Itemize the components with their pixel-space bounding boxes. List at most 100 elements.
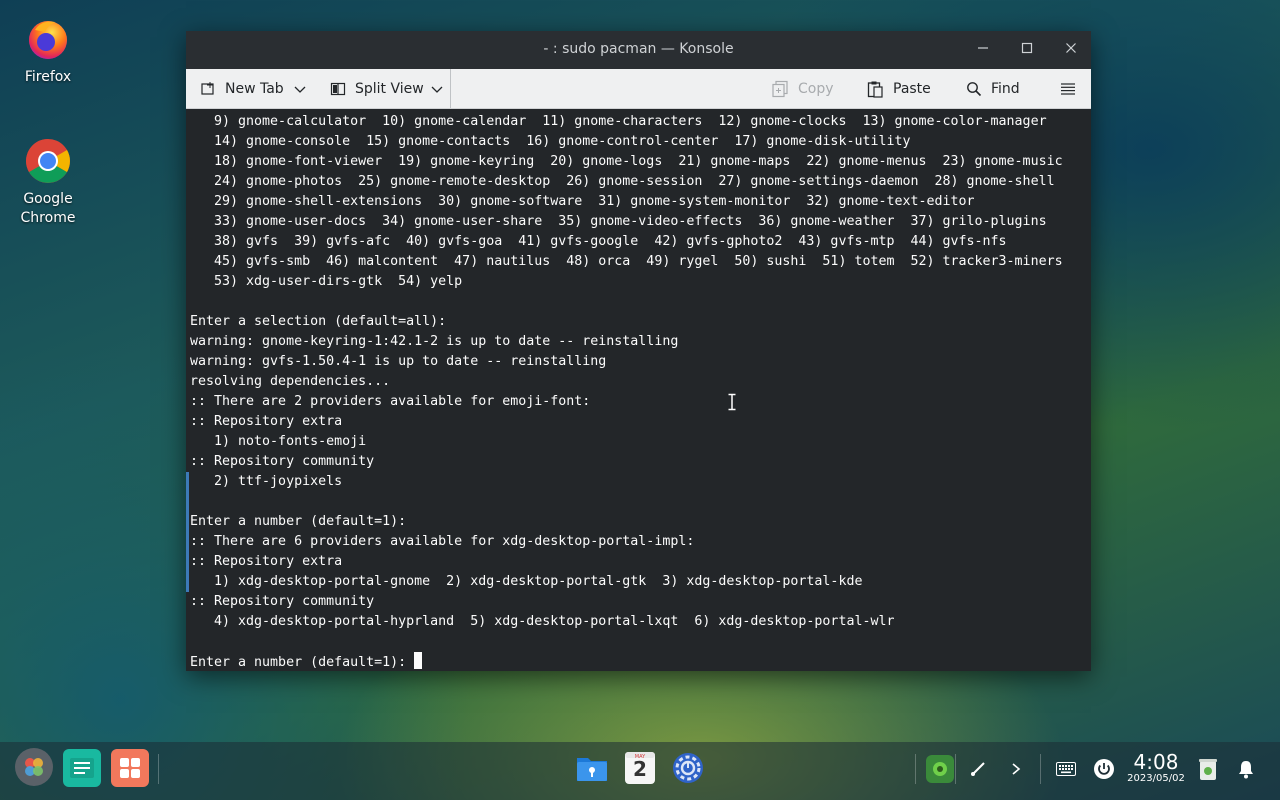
taskbar: MAY 2 4:08 2023/05/02: [0, 742, 1280, 800]
taskbar-separator: [158, 754, 159, 784]
clock-time[interactable]: 4:08: [1128, 750, 1184, 774]
power-icon: [1094, 759, 1114, 779]
terminal-line: 1) xdg-desktop-portal-gnome 2) xdg-deskt…: [190, 574, 863, 589]
chevron-right-icon: [1012, 763, 1021, 775]
terminal-output[interactable]: 9) gnome-calculator 10) gnome-calendar 1…: [186, 109, 1091, 671]
terminal-prompt: Enter a number (default=1):: [190, 655, 415, 670]
terminal-line: :: There are 6 providers available for x…: [190, 534, 695, 549]
chevron-down-icon: [431, 86, 443, 93]
split-view-dropdown[interactable]: [431, 69, 452, 108]
terminal-line: 9) gnome-calculator 10) gnome-calendar 1…: [190, 114, 1047, 129]
app-store-icon: [120, 758, 140, 778]
paste-label: Paste: [893, 80, 931, 97]
close-icon: [1066, 43, 1076, 53]
keyboard-icon: [1056, 762, 1076, 776]
tray-app-icon: [933, 762, 947, 776]
terminal-line: Enter a selection (default=all):: [190, 314, 447, 329]
terminal-line: 29) gnome-shell-extensions 30) gnome-sof…: [190, 194, 975, 209]
terminal-line: 1) noto-fonts-emoji: [190, 434, 367, 449]
hamburger-menu-icon: [1061, 82, 1075, 95]
split-view-button[interactable]: Split View: [330, 69, 424, 108]
output-selection-marker: [186, 472, 189, 592]
trash-button[interactable]: [1194, 755, 1222, 783]
power-button[interactable]: [1090, 755, 1118, 783]
search-icon: [967, 81, 982, 96]
terminal-line: Enter a number (default=1):: [190, 514, 407, 529]
terminal-prompt-line: Enter a number (default=1):: [190, 652, 1091, 671]
desktop-icon-label: Firefox: [24, 69, 72, 85]
split-view-label: Split View: [355, 80, 424, 97]
folder-icon: [577, 758, 607, 781]
new-tab-icon: [201, 81, 214, 95]
maximize-icon: [1021, 42, 1033, 54]
terminal-line: warning: gnome-keyring-1:42.1-2 is up to…: [190, 334, 679, 349]
paste-icon: [867, 81, 883, 98]
taskbar-separator: [915, 754, 916, 784]
firefox-icon: [25, 16, 71, 62]
trash-icon: [1199, 759, 1217, 780]
new-tab-label: New Tab: [225, 80, 284, 97]
chevron-down-icon: [294, 86, 306, 93]
terminal-line: 14) gnome-console 15) gnome-contacts 16)…: [190, 134, 911, 149]
copy-label: Copy: [798, 80, 834, 97]
split-view-icon: [330, 82, 346, 95]
minimize-icon: [978, 47, 988, 49]
terminal-line: 18) gnome-font-viewer 19) gnome-keyring …: [190, 154, 1063, 169]
clock-date[interactable]: 2023/05/02: [1124, 773, 1188, 784]
terminal-line: :: There are 2 providers available for e…: [190, 394, 591, 409]
maximize-button[interactable]: [1017, 40, 1037, 60]
close-button[interactable]: [1061, 40, 1081, 60]
terminal-line: 38) gvfs 39) gvfs-afc 40) gvfs-goa 41) g…: [190, 234, 1007, 249]
new-tab-dropdown[interactable]: [294, 69, 315, 108]
terminal-line: warning: gvfs-1.50.4-1 is up to date -- …: [190, 354, 607, 369]
terminal-line: :: Repository community: [190, 594, 375, 609]
desktop-icon-google-chrome[interactable]: Google Chrome: [8, 138, 88, 228]
desktop-icon-label: Google Chrome: [20, 191, 76, 226]
control-center-button[interactable]: [669, 749, 707, 787]
hamburger-menu-button[interactable]: [1060, 69, 1085, 108]
notifications-button[interactable]: [1232, 755, 1260, 783]
window-title: - : sudo pacman — Konsole: [543, 41, 734, 57]
file-manager-button[interactable]: [573, 749, 611, 787]
terminal-line: :: Repository extra: [190, 554, 343, 569]
terminal-line: resolving dependencies...: [190, 374, 391, 389]
app-launcher-button[interactable]: [15, 748, 53, 786]
new-tab-button[interactable]: New Tab: [200, 69, 284, 108]
terminal-line: 45) gvfs-smb 46) malcontent 47) nautilus…: [190, 254, 1063, 269]
bell-icon: [1239, 761, 1253, 779]
keyboard-button[interactable]: [1052, 755, 1080, 783]
taskbar-separator: [1040, 754, 1041, 784]
screenshot-tool-button[interactable]: [964, 755, 992, 783]
multitasking-icon: [70, 758, 94, 778]
calendar-day: 2: [633, 757, 647, 781]
find-button[interactable]: Find: [966, 69, 1020, 108]
tray-app-button[interactable]: [926, 755, 954, 783]
terminal-line: 24) gnome-photos 25) gnome-remote-deskto…: [190, 174, 1055, 189]
desktop-icon-firefox[interactable]: Firefox: [8, 16, 88, 87]
find-label: Find: [991, 80, 1020, 97]
pen-icon: [971, 762, 985, 776]
terminal-line: 53) xdg-user-dirs-gtk 54) yelp: [190, 274, 463, 289]
terminal-line: 33) gnome-user-docs 34) gnome-user-share…: [190, 214, 1047, 229]
konsole-toolbar: New Tab Split View Copy Paste Find: [186, 69, 1091, 109]
window-titlebar[interactable]: - : sudo pacman — Konsole: [186, 31, 1091, 69]
taskbar-separator: [955, 754, 956, 784]
expand-tray-button[interactable]: [1002, 755, 1030, 783]
terminal-line: 2) ttf-joypixels: [190, 474, 343, 489]
paste-button[interactable]: Paste: [866, 69, 931, 108]
toolbar-separator: [450, 69, 451, 108]
app-store-button[interactable]: [111, 749, 149, 787]
terminal-line: 4) xdg-desktop-portal-hyprland 5) xdg-de…: [190, 614, 895, 629]
copy-button[interactable]: Copy: [771, 69, 834, 108]
settings-gear-icon: [673, 753, 703, 783]
konsole-window: - : sudo pacman — Konsole New Tab Split …: [186, 31, 1091, 671]
minimize-button[interactable]: [973, 40, 993, 60]
copy-icon: [772, 80, 788, 97]
multitasking-view-button[interactable]: [63, 749, 101, 787]
terminal-line: :: Repository extra: [190, 414, 343, 429]
terminal-cursor: [414, 652, 423, 669]
launcher-icon: [25, 758, 43, 776]
